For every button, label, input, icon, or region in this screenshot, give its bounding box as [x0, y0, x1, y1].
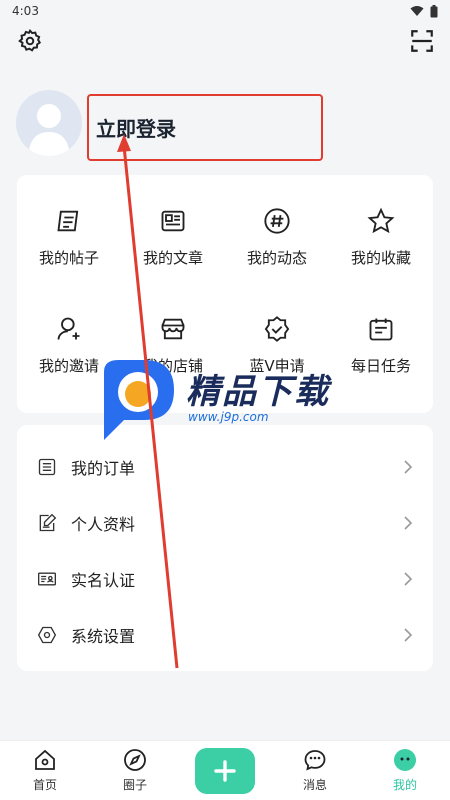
order-list-icon	[38, 458, 56, 476]
status-time: 4:03	[12, 4, 39, 18]
grid-label: 我的店铺	[142, 357, 203, 375]
grid-label: 我的邀请	[38, 357, 99, 375]
id-card-icon	[38, 572, 56, 586]
calendar-task-icon	[369, 318, 393, 341]
settings-gear-icon[interactable]	[17, 28, 43, 54]
nav-label: 圈子	[122, 778, 147, 792]
grid-label: 我的动态	[246, 249, 307, 267]
battery-icon	[430, 4, 438, 17]
invite-user-icon	[57, 317, 80, 340]
grid-item-verification[interactable]: 蓝V申请	[225, 315, 329, 423]
avatar[interactable]	[16, 90, 82, 156]
feature-grid-card: 我的帖子 我的文章 我的动态 我的收藏 我的邀请 我的店铺 蓝V申请 每日任务	[17, 175, 433, 413]
nav-item-mine[interactable]: 我的	[370, 748, 440, 793]
nav-item-messages[interactable]: 消息	[280, 748, 350, 793]
grid-item-invites[interactable]: 我的邀请	[17, 315, 121, 423]
plus-icon	[214, 759, 236, 782]
status-icons	[410, 4, 438, 18]
compass-icon	[124, 749, 146, 771]
nav-label: 首页	[32, 778, 57, 792]
edit-profile-icon	[39, 513, 57, 532]
nav-item-create[interactable]	[190, 747, 260, 794]
chevron-right-icon	[404, 628, 413, 642]
wifi-icon	[410, 6, 424, 16]
nav-label: 我的	[392, 778, 417, 792]
article-icon	[161, 210, 185, 232]
hashtag-icon	[264, 208, 290, 234]
create-post-button[interactable]	[195, 747, 255, 794]
grid-item-store[interactable]: 我的店铺	[121, 315, 225, 423]
grid-label: 我的文章	[142, 249, 203, 267]
default-avatar-icon	[28, 104, 70, 156]
store-icon	[161, 318, 185, 340]
menu-label: 个人资料	[71, 515, 136, 534]
grid-item-articles[interactable]: 我的文章	[121, 207, 225, 315]
post-icon	[57, 210, 79, 232]
menu-label: 实名认证	[71, 571, 136, 590]
verified-badge-icon	[264, 316, 290, 342]
status-bar: 4:03	[0, 0, 450, 22]
star-icon	[367, 207, 395, 234]
grid-item-activity[interactable]: 我的动态	[225, 207, 329, 315]
chevron-right-icon	[404, 572, 413, 586]
grid-label: 蓝V申请	[249, 357, 305, 375]
menu-card: 我的订单 个人资料 实名认证 系统设置	[17, 425, 433, 671]
settings-hex-icon	[37, 626, 57, 644]
grid-label: 我的收藏	[350, 249, 411, 267]
menu-item-profile[interactable]: 个人资料	[17, 495, 433, 551]
home-icon	[35, 749, 55, 770]
login-button[interactable]: 立即登录	[96, 113, 176, 142]
menu-item-system-settings[interactable]: 系统设置	[17, 607, 433, 663]
nav-label: 消息	[302, 778, 327, 792]
menu-label: 我的订单	[71, 459, 136, 478]
feature-grid: 我的帖子 我的文章 我的动态 我的收藏 我的邀请 我的店铺 蓝V申请 每日任务	[17, 175, 433, 423]
grid-item-daily-tasks[interactable]: 每日任务	[329, 315, 433, 423]
grid-item-posts[interactable]: 我的帖子	[17, 207, 121, 315]
bottom-nav: 首页 圈子 消息 我的	[0, 740, 450, 800]
grid-item-favorites[interactable]: 我的收藏	[329, 207, 433, 315]
scan-icon[interactable]	[409, 28, 435, 54]
menu-item-orders[interactable]: 我的订单	[17, 439, 433, 495]
menu-item-real-name-auth[interactable]: 实名认证	[17, 551, 433, 607]
menu-label: 系统设置	[71, 627, 136, 646]
message-icon	[304, 750, 326, 771]
nav-item-circle[interactable]: 圈子	[100, 748, 170, 793]
profile-face-icon	[394, 749, 416, 771]
grid-label: 我的帖子	[38, 249, 99, 267]
grid-label: 每日任务	[350, 357, 411, 375]
chevron-right-icon	[404, 516, 413, 530]
profile-section[interactable]	[16, 90, 82, 156]
nav-item-home[interactable]: 首页	[10, 748, 80, 793]
chevron-right-icon	[404, 460, 413, 474]
